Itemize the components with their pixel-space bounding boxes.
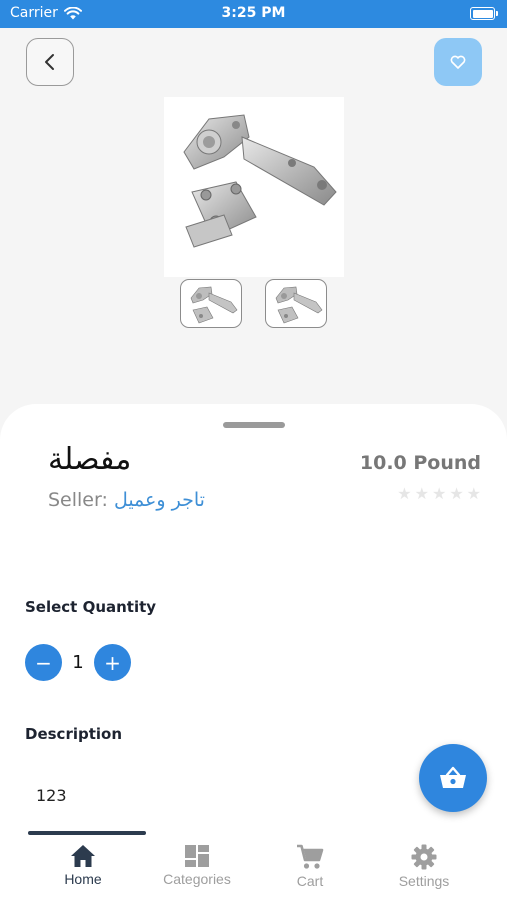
tab-settings[interactable]: Settings	[369, 844, 479, 889]
seller-label: Seller:	[48, 489, 108, 511]
product-image[interactable]	[164, 97, 344, 277]
gear-icon	[411, 844, 437, 870]
bottom-tab-bar: Home Categories Cart Settings	[0, 824, 507, 900]
hinge-thumbnail-image	[275, 286, 323, 324]
star-icon: ★	[414, 484, 429, 503]
grid-icon	[185, 845, 209, 867]
tab-categories-label: Categories	[163, 871, 231, 887]
tab-home-label: Home	[64, 871, 102, 887]
tab-home[interactable]: Home	[28, 844, 138, 887]
star-icon: ★	[449, 484, 464, 503]
basket-icon	[440, 766, 466, 788]
back-button[interactable]	[26, 38, 74, 86]
hinge-image	[183, 114, 337, 248]
chevron-left-icon	[45, 54, 54, 70]
active-tab-indicator	[28, 831, 146, 835]
tab-categories[interactable]: Categories	[142, 844, 252, 887]
battery-icon	[470, 7, 498, 20]
star-icon: ★	[397, 484, 412, 503]
quantity-value: 1	[72, 652, 84, 673]
seller-name-link[interactable]: تاجر وعميل	[114, 489, 205, 511]
product-thumbnail[interactable]	[265, 279, 327, 328]
description-title: Description	[25, 725, 123, 743]
select-quantity-title: Select Quantity	[25, 598, 157, 616]
status-time: 3:25 PM	[221, 5, 286, 21]
tab-cart-label: Cart	[296, 873, 324, 889]
hinge-thumbnail-image	[190, 286, 238, 324]
rating-stars: ★ ★ ★ ★ ★	[397, 484, 481, 503]
increase-quantity-button[interactable]: +	[94, 644, 131, 681]
description-text: 123	[36, 786, 67, 805]
cart-icon	[297, 844, 324, 869]
tab-cart[interactable]: Cart	[255, 844, 365, 889]
status-bar: Carrier 3:25 PM	[0, 0, 507, 28]
star-icon: ★	[431, 484, 447, 503]
seller-row: Seller: تاجر وعميل	[48, 489, 205, 511]
star-icon: ★	[466, 484, 481, 503]
quantity-stepper: − 1 +	[25, 644, 131, 681]
product-price: 10.0 Pound	[359, 452, 481, 474]
add-to-cart-button[interactable]	[419, 744, 487, 812]
favorite-button[interactable]	[434, 38, 482, 86]
decrease-quantity-button[interactable]: −	[25, 644, 62, 681]
product-name: مفصلة	[48, 442, 132, 477]
home-icon	[71, 845, 95, 867]
product-thumbnail[interactable]	[180, 279, 242, 328]
sheet-drag-handle[interactable]	[223, 422, 285, 428]
tab-settings-label: Settings	[398, 873, 450, 889]
heart-icon	[450, 55, 466, 69]
